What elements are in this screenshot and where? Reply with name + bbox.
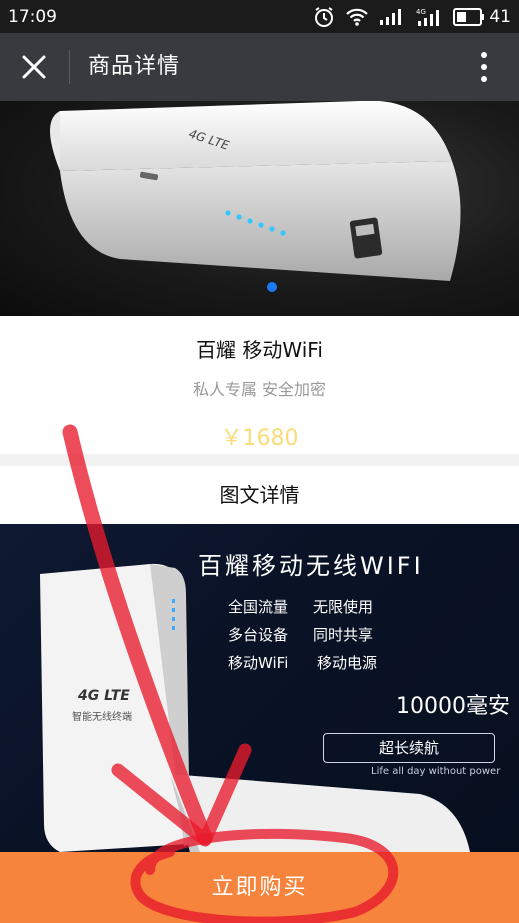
detail-heading: 图文详情 bbox=[219, 483, 300, 507]
product-subtitle: 私人专属 安全加密 bbox=[192, 380, 327, 399]
battery-icon bbox=[453, 7, 485, 26]
poster-capacity: 10000毫安 bbox=[396, 694, 510, 719]
detail-poster: 4G LTE 智能无线终端 百耀移动无线WIFI 全国流量 无限使用 多台设备 … bbox=[0, 524, 519, 852]
poster-device-caption: 智能无线终端 bbox=[72, 710, 132, 723]
status-time: 17:09 bbox=[8, 6, 57, 27]
status-icons: 4G 41 bbox=[313, 6, 511, 28]
poster-tagline: Life all day without power bbox=[371, 766, 501, 777]
product-banner[interactable]: 4G LTE bbox=[0, 101, 519, 316]
poster-title: 百耀移动无线WIFI bbox=[198, 552, 424, 580]
poster-badge: 超长续航 bbox=[323, 733, 495, 763]
poster-feature: 全国流量 bbox=[228, 598, 289, 616]
poster-feature: 移动电源 bbox=[317, 654, 378, 672]
buy-now-label: 立即购买 bbox=[211, 875, 308, 900]
wifi-icon bbox=[346, 8, 369, 26]
page-title: 商品详情 bbox=[88, 54, 181, 79]
alarm-icon bbox=[315, 6, 334, 27]
more-vertical-icon[interactable] bbox=[474, 49, 494, 85]
product-name: 百耀 移动WiFi bbox=[196, 338, 323, 362]
product-info: 百耀 移动WiFi 私人专属 安全加密 ￥1680 bbox=[0, 316, 519, 454]
title-divider bbox=[69, 50, 70, 84]
product-price: ￥1680 bbox=[220, 426, 299, 451]
signal-icon bbox=[380, 8, 402, 25]
buy-now-button[interactable]: 立即购买 bbox=[0, 852, 519, 923]
poster-feature: 同时共享 bbox=[313, 626, 374, 644]
battery-indicator: 41 bbox=[453, 7, 511, 27]
signal-4g-icon: 4G bbox=[416, 8, 440, 26]
carousel-dot[interactable] bbox=[267, 282, 277, 292]
status-bar: 17:09 4G 41 bbox=[0, 0, 519, 33]
power-bank-image: 4G LTE bbox=[50, 101, 461, 281]
detail-section-header: 图文详情 bbox=[0, 466, 519, 524]
poster-feature: 移动WiFi bbox=[228, 654, 289, 672]
battery-level: 41 bbox=[489, 6, 511, 27]
close-icon[interactable] bbox=[18, 51, 50, 83]
poster-feature: 无限使用 bbox=[313, 598, 374, 616]
poster-feature: 多台设备 bbox=[228, 626, 289, 644]
title-bar: 商品详情 bbox=[0, 33, 519, 101]
svg-text:4G: 4G bbox=[416, 8, 426, 16]
poster-device-logo: 4G LTE bbox=[77, 688, 130, 704]
